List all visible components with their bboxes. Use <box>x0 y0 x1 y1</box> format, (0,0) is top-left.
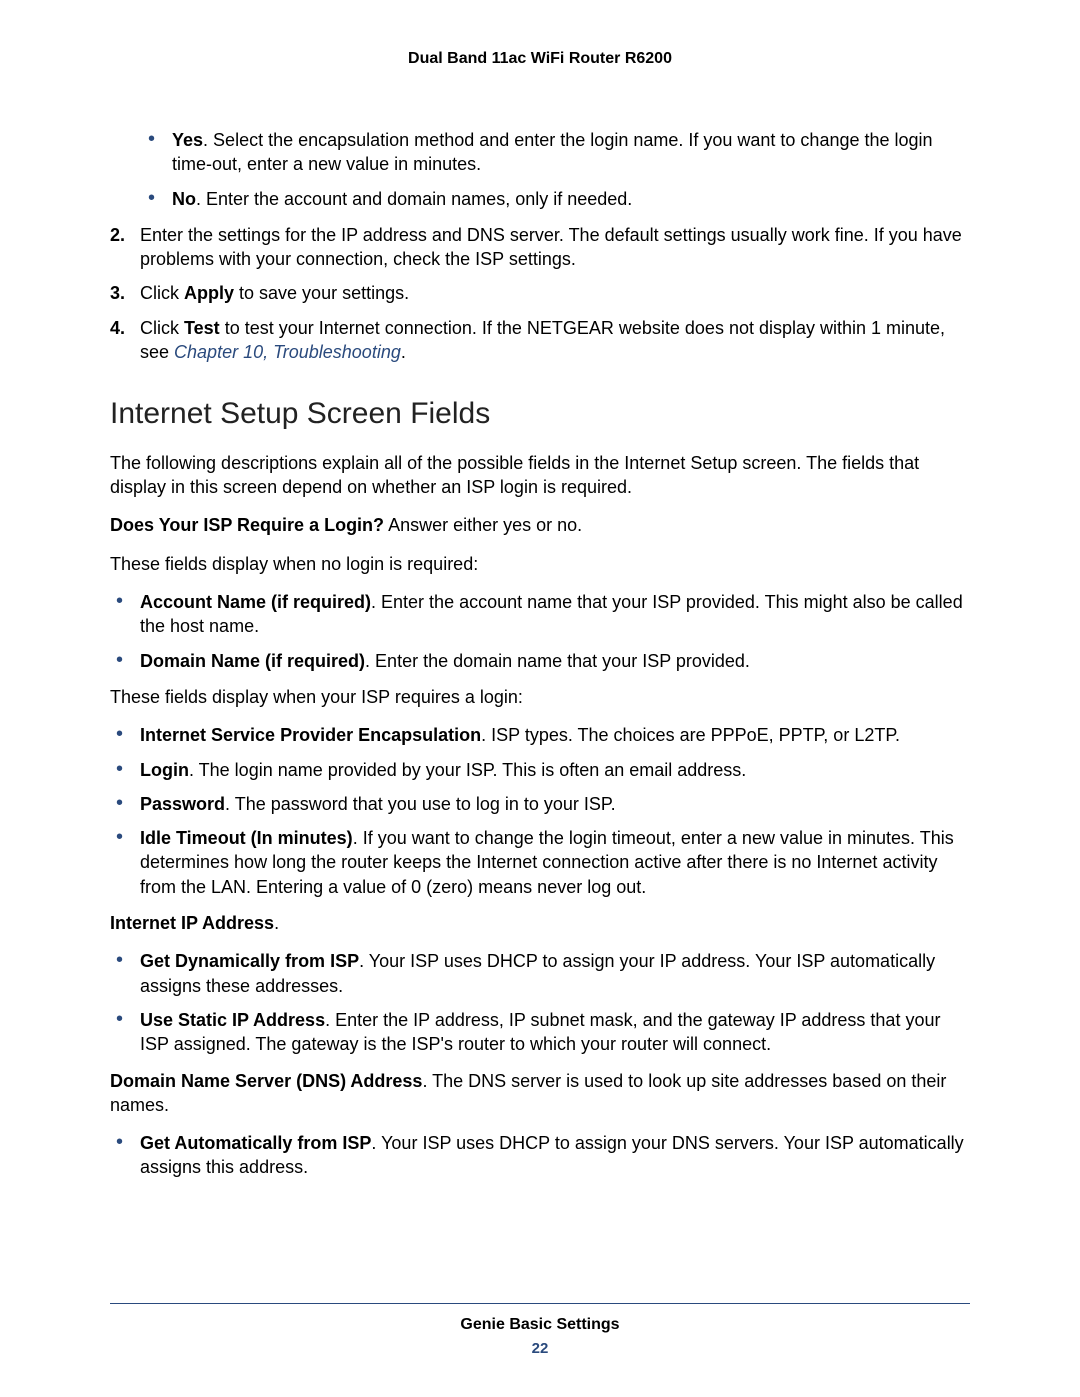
bullet-lead: Account Name (if required) <box>140 592 371 612</box>
bullet-lead: Internet Service Provider Encapsulation <box>140 725 481 745</box>
intro-paragraph: The following descriptions explain all o… <box>110 451 970 500</box>
bullet-text: . ISP types. The choices are PPPoE, PPTP… <box>481 725 900 745</box>
step-text: Enter the settings for the IP address an… <box>140 225 962 269</box>
bullet-lead: Yes <box>172 130 203 150</box>
bullet-lead: Get Automatically from ISP <box>140 1133 371 1153</box>
list-item: Login. The login name provided by your I… <box>110 758 970 782</box>
list-item: No. Enter the account and domain names, … <box>110 187 970 211</box>
bullet-lead: Get Dynamically from ISP <box>140 951 359 971</box>
list-item: Domain Name (if required). Enter the dom… <box>110 649 970 673</box>
list-item: Password. The password that you use to l… <box>110 792 970 816</box>
list-item: Account Name (if required). Enter the ac… <box>110 590 970 639</box>
list-item: Internet Service Provider Encapsulation.… <box>110 723 970 747</box>
no-login-list: Account Name (if required). Enter the ac… <box>110 590 970 673</box>
page-header: Dual Band 11ac WiFi Router R6200 <box>110 50 970 68</box>
bullet-text: . Select the encapsulation method and en… <box>172 130 933 174</box>
bullet-lead: Login <box>140 760 189 780</box>
step-number: 3. <box>110 281 125 305</box>
chapter-link[interactable]: Chapter 10, Troubleshooting <box>174 342 401 362</box>
top-bullet-list: Yes. Select the encapsulation method and… <box>110 128 970 211</box>
bullet-lead: No <box>172 189 196 209</box>
step-tail: . <box>401 342 406 362</box>
bullet-text: . Enter the domain name that your ISP pr… <box>365 651 750 671</box>
bullet-text: . The password that you use to log in to… <box>225 794 616 814</box>
section-heading: Internet Setup Screen Fields <box>110 394 970 435</box>
footer-divider <box>110 1303 970 1304</box>
list-item: Get Dynamically from ISP. Your ISP uses … <box>110 949 970 998</box>
numbered-list: 2. Enter the settings for the IP address… <box>110 223 970 364</box>
dns-list: Get Automatically from ISP. Your ISP use… <box>110 1131 970 1180</box>
ip-heading-bold: Internet IP Address <box>110 913 274 933</box>
bullet-text: . Enter the account and domain names, on… <box>196 189 632 209</box>
step-bold: Apply <box>184 283 234 303</box>
step-mid: to save your settings. <box>234 283 409 303</box>
bullet-lead: Domain Name (if required) <box>140 651 365 671</box>
bullet-lead: Password <box>140 794 225 814</box>
list-item: Idle Timeout (In minutes). If you want t… <box>110 826 970 899</box>
list-item: 2. Enter the settings for the IP address… <box>110 223 970 272</box>
login-intro: These fields display when your ISP requi… <box>110 685 970 709</box>
list-item: Use Static IP Address. Enter the IP addr… <box>110 1008 970 1057</box>
footer-title: Genie Basic Settings <box>110 1316 970 1334</box>
page-footer: Genie Basic Settings 22 <box>110 1303 970 1357</box>
question-rest: Answer either yes or no. <box>384 515 582 535</box>
step-bold: Test <box>184 318 220 338</box>
step-number: 4. <box>110 316 125 340</box>
list-item: Yes. Select the encapsulation method and… <box>110 128 970 177</box>
body-content: Yes. Select the encapsulation method and… <box>110 128 970 1180</box>
list-item: Get Automatically from ISP. Your ISP use… <box>110 1131 970 1180</box>
question-bold: Does Your ISP Require a Login? <box>110 515 384 535</box>
ip-heading: Internet IP Address. <box>110 911 970 935</box>
bullet-lead: Idle Timeout (In minutes) <box>140 828 353 848</box>
login-list: Internet Service Provider Encapsulation.… <box>110 723 970 899</box>
footer-page-number: 22 <box>110 1340 970 1357</box>
bullet-text: . The login name provided by your ISP. T… <box>189 760 746 780</box>
list-item: 4. Click Test to test your Internet conn… <box>110 316 970 365</box>
step-number: 2. <box>110 223 125 247</box>
dns-heading: Domain Name Server (DNS) Address. The DN… <box>110 1069 970 1118</box>
bullet-lead: Use Static IP Address <box>140 1010 325 1030</box>
step-pre: Click <box>140 318 184 338</box>
dns-heading-bold: Domain Name Server (DNS) Address <box>110 1071 422 1091</box>
list-item: 3. Click Apply to save your settings. <box>110 281 970 305</box>
step-pre: Click <box>140 283 184 303</box>
question-line: Does Your ISP Require a Login? Answer ei… <box>110 513 970 537</box>
no-login-intro: These fields display when no login is re… <box>110 552 970 576</box>
ip-list: Get Dynamically from ISP. Your ISP uses … <box>110 949 970 1056</box>
